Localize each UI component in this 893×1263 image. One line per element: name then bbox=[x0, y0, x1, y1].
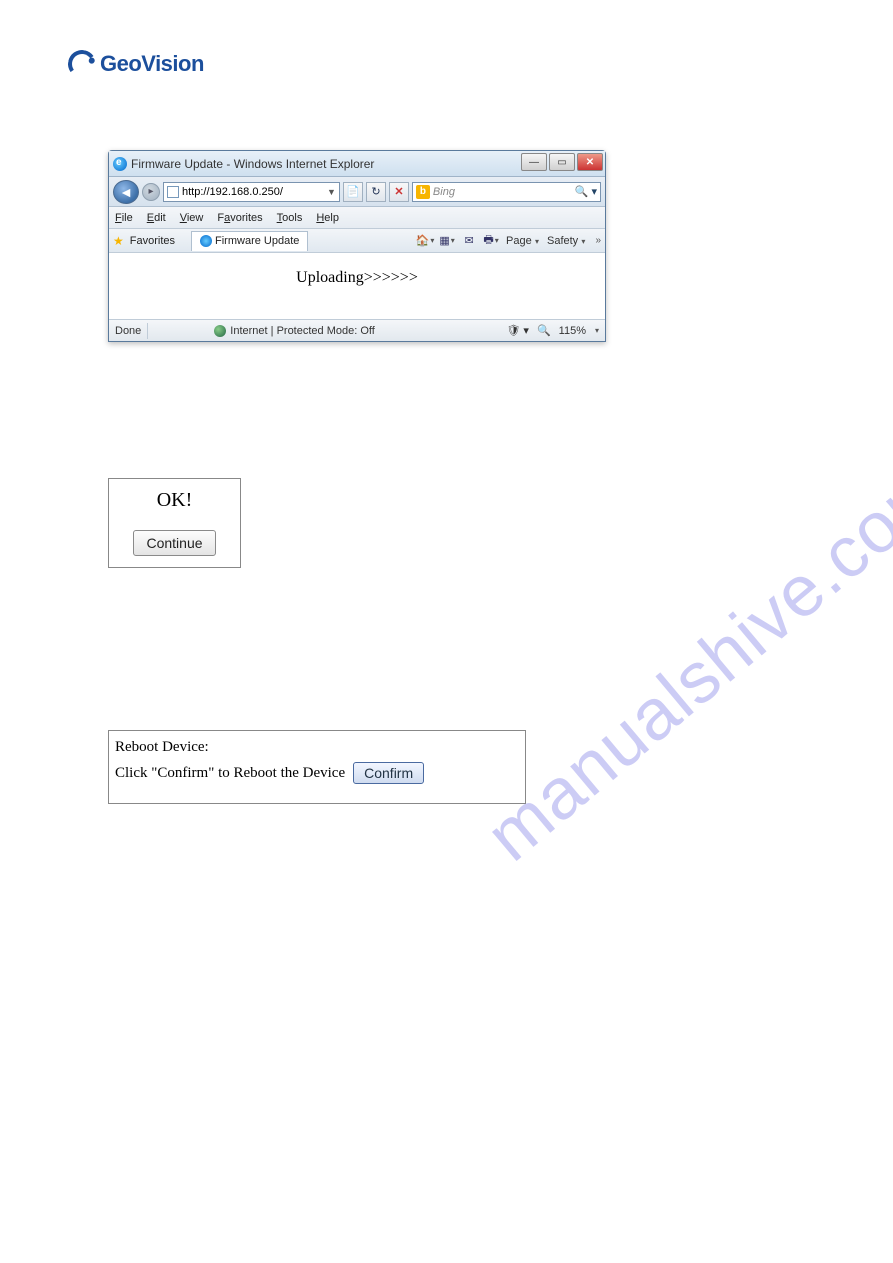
menu-bar: File Edit View Favorites Tools Help bbox=[109, 207, 605, 229]
menu-favorites[interactable]: Favorites bbox=[217, 212, 262, 224]
bing-icon: b bbox=[416, 185, 430, 199]
window-titlebar: Firmware Update - Windows Internet Explo… bbox=[109, 151, 605, 177]
confirmation-dialog: OK! Continue bbox=[108, 478, 241, 568]
print-icon[interactable]: 🖶▾ bbox=[482, 232, 500, 250]
search-icon[interactable]: 🔍 ▾ bbox=[575, 185, 597, 198]
browser-tab[interactable]: Firmware Update bbox=[191, 231, 308, 251]
home-icon[interactable]: 🏠▾ bbox=[416, 232, 434, 250]
continue-button[interactable]: Continue bbox=[133, 530, 215, 556]
search-field[interactable]: b Bing 🔍 ▾ bbox=[412, 182, 601, 202]
protected-mode-label: Internet | Protected Mode: Off bbox=[230, 325, 375, 337]
security-icon[interactable]: 🛡 ▾ bbox=[506, 324, 529, 337]
stop-button[interactable]: ✕ bbox=[389, 182, 409, 202]
safety-menu[interactable]: Safety ▾ bbox=[545, 235, 587, 247]
search-provider-label: Bing bbox=[433, 186, 455, 198]
tab-label: Firmware Update bbox=[215, 235, 299, 247]
url-field[interactable]: ▼ bbox=[163, 182, 340, 202]
toolbar-overflow-icon[interactable]: » bbox=[595, 235, 601, 246]
status-bar: Done Internet | Protected Mode: Off 🛡 ▾ … bbox=[109, 319, 605, 341]
status-text: Done bbox=[115, 325, 141, 337]
url-input[interactable] bbox=[182, 186, 324, 198]
address-bar: ◄ ▸ ▼ 📄 ↻ ✕ b Bing 🔍 ▾ bbox=[109, 177, 605, 207]
favorites-label[interactable]: Favorites bbox=[130, 235, 175, 247]
minimize-button[interactable]: — bbox=[521, 153, 547, 171]
feeds-icon[interactable]: ▦▾ bbox=[438, 232, 456, 250]
tab-page-icon bbox=[200, 235, 212, 247]
logo-mark-icon bbox=[66, 48, 98, 80]
forward-button[interactable]: ▸ bbox=[142, 183, 160, 201]
back-button[interactable]: ◄ bbox=[113, 180, 139, 204]
mail-icon[interactable]: ✉ bbox=[460, 232, 478, 250]
uploading-status: Uploading>>>>>> bbox=[296, 269, 418, 319]
favorites-star-icon[interactable]: ★ bbox=[113, 234, 124, 248]
menu-view[interactable]: View bbox=[180, 212, 204, 224]
close-button[interactable]: ✕ bbox=[577, 153, 603, 171]
logo-text: GeoVision bbox=[100, 51, 204, 77]
page-content: Uploading>>>>>> bbox=[109, 253, 605, 319]
zoom-icon[interactable]: 🔍 bbox=[537, 324, 551, 337]
favorites-bar: ★ Favorites Firmware Update 🏠▾ ▦▾ ✉ 🖶▾ P… bbox=[109, 229, 605, 253]
menu-edit[interactable]: Edit bbox=[147, 212, 166, 224]
reboot-instruction: Click "Confirm" to Reboot the Device bbox=[115, 765, 345, 782]
menu-tools[interactable]: Tools bbox=[277, 212, 303, 224]
ie-browser-window: Firmware Update - Windows Internet Explo… bbox=[108, 150, 606, 342]
url-dropdown-icon[interactable]: ▼ bbox=[327, 187, 336, 197]
menu-help[interactable]: Help bbox=[316, 212, 339, 224]
zoom-level[interactable]: 115% bbox=[559, 325, 586, 337]
watermark-text: manualshive.com bbox=[471, 445, 893, 878]
internet-zone-icon bbox=[214, 325, 226, 337]
window-title: Firmware Update - Windows Internet Explo… bbox=[131, 157, 374, 171]
geovision-logo: GeoVision bbox=[68, 50, 204, 78]
zoom-dropdown-icon[interactable]: ▾ bbox=[595, 326, 599, 335]
compat-view-button[interactable]: 📄 bbox=[343, 182, 363, 202]
page-menu[interactable]: Page ▾ bbox=[504, 235, 541, 247]
reboot-dialog: Reboot Device: Click "Confirm" to Reboot… bbox=[108, 730, 526, 804]
menu-file[interactable]: File bbox=[115, 212, 133, 224]
maximize-button[interactable]: ▭ bbox=[549, 153, 575, 171]
ie-icon bbox=[113, 157, 127, 171]
refresh-button[interactable]: ↻ bbox=[366, 182, 386, 202]
reboot-title: Reboot Device: bbox=[115, 739, 519, 756]
confirm-button[interactable]: Confirm bbox=[353, 762, 424, 784]
page-icon bbox=[167, 186, 179, 198]
ok-title: OK! bbox=[109, 489, 240, 512]
